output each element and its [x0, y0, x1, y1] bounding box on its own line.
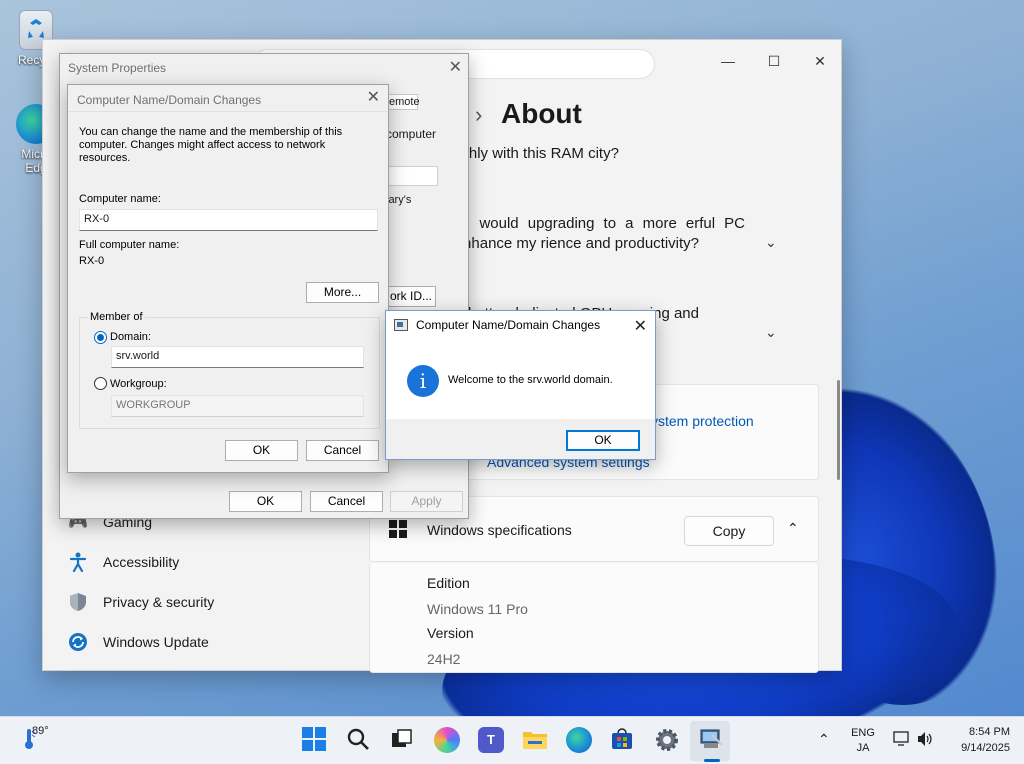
version-value: 24H2: [427, 651, 461, 667]
dialog-title: Computer Name/Domain Changes: [77, 93, 262, 107]
computer-name-dialog: Computer Name/Domain Changes ✕ You can c…: [67, 84, 389, 473]
minimize-button[interactable]: —: [705, 46, 751, 76]
language-top: ENG: [851, 727, 875, 739]
task-view-icon[interactable]: [390, 727, 416, 753]
dialog-title: System Properties: [68, 61, 167, 75]
show-hidden-icons-chevron-icon[interactable]: ⌃: [818, 731, 830, 748]
ok-button[interactable]: OK: [225, 440, 298, 461]
page-title: About: [501, 98, 582, 129]
close-button[interactable]: ✕: [797, 46, 843, 76]
windows-update-icon: [67, 631, 89, 653]
network-id-button[interactable]: ork ID...: [386, 286, 436, 307]
clock-time: 8:54 PM: [969, 726, 1010, 738]
computer-name-input[interactable]: RX-0: [79, 209, 378, 231]
cancel-button[interactable]: Cancel: [310, 491, 383, 512]
taskbar: 89° T ⌃ ENG JA 8:54 PM 9/14/2025: [0, 716, 1024, 764]
chevron-down-icon[interactable]: ⌄: [765, 234, 777, 251]
information-icon: i: [407, 365, 439, 397]
ok-button[interactable]: OK: [229, 491, 302, 512]
chevron-down-icon[interactable]: ⌄: [765, 324, 777, 341]
tab-remote[interactable]: emote: [386, 94, 420, 110]
search-icon[interactable]: [346, 727, 372, 753]
behind-text: lary's: [386, 194, 412, 206]
breadcrumb-chevron-icon: ›: [475, 102, 483, 127]
system-properties-app-icon[interactable]: [698, 727, 724, 753]
workgroup-label: Workgroup:: [110, 378, 167, 390]
apply-button[interactable]: Apply: [390, 491, 463, 512]
close-icon[interactable]: ✕: [449, 57, 462, 77]
system-protection-link[interactable]: ystem protection: [651, 413, 754, 429]
workgroup-radio[interactable]: [94, 377, 107, 390]
language-indicator[interactable]: ENG JA: [850, 727, 876, 754]
maximize-button[interactable]: ☐: [751, 46, 797, 76]
language-bottom: JA: [856, 742, 870, 754]
weather-temp[interactable]: 89°: [32, 725, 49, 737]
member-of-label: Member of: [88, 311, 145, 323]
sidebar-item-label: Windows Update: [103, 634, 209, 650]
sidebar-item-privacy-security[interactable]: Privacy & security: [67, 587, 214, 617]
close-icon[interactable]: ✕: [634, 316, 647, 336]
divider: [68, 111, 388, 112]
sidebar-item-accessibility[interactable]: Accessibility: [67, 547, 179, 577]
intro-text: You can change the name and the membersh…: [79, 126, 343, 164]
more-button[interactable]: More...: [306, 282, 379, 303]
domain-input[interactable]: srv.world: [111, 346, 364, 368]
clock-date: 9/14/2025: [961, 742, 1010, 754]
computer-name-label: Computer name:: [79, 193, 161, 205]
file-explorer-icon[interactable]: [522, 727, 548, 753]
full-name-label: Full computer name:: [79, 239, 180, 251]
cancel-button[interactable]: Cancel: [306, 440, 379, 461]
system-icon: [394, 319, 408, 331]
domain-radio[interactable]: [94, 331, 107, 344]
chevron-up-icon[interactable]: ⌃: [787, 520, 799, 537]
behind-text: computer: [386, 127, 437, 141]
sidebar-item-label: Privacy & security: [103, 594, 215, 610]
edition-value: Windows 11 Pro: [427, 601, 528, 617]
version-label: Version: [427, 625, 474, 641]
sidebar-item-label: Accessibility: [103, 554, 180, 570]
workgroup-input[interactable]: WORKGROUP: [111, 395, 364, 417]
network-icon[interactable]: [893, 731, 911, 747]
dialog-title: Computer Name/Domain Changes: [416, 318, 601, 332]
message-text: Welcome to the srv.world domain.: [448, 374, 613, 386]
domain-label: Domain:: [110, 331, 151, 343]
close-icon[interactable]: ✕: [367, 87, 380, 107]
copilot-icon[interactable]: [434, 727, 460, 753]
store-icon[interactable]: [610, 727, 636, 753]
windows-logo-icon: [389, 520, 407, 538]
teams-icon[interactable]: T: [478, 727, 504, 753]
clock[interactable]: 8:54 PM 9/14/2025: [946, 726, 1010, 754]
welcome-dialog: Computer Name/Domain Changes ✕ i Welcome…: [385, 310, 656, 460]
ok-button[interactable]: OK: [566, 430, 640, 451]
volume-icon[interactable]: [916, 731, 934, 747]
active-indicator: [704, 759, 720, 762]
shield-icon: [67, 591, 89, 613]
accessibility-icon: [67, 551, 89, 573]
edition-label: Edition: [427, 575, 470, 591]
settings-gear-icon[interactable]: [654, 727, 680, 753]
behind-field: [386, 166, 438, 186]
edge-icon[interactable]: [566, 727, 592, 753]
copy-button[interactable]: Copy: [684, 516, 774, 546]
windows-specs-title: Windows specifications: [427, 522, 572, 538]
full-name-value: RX-0: [79, 255, 105, 267]
scrollbar-thumb[interactable]: [837, 380, 840, 480]
sidebar-item-windows-update[interactable]: Windows Update: [67, 627, 209, 657]
start-icon[interactable]: [302, 727, 328, 753]
